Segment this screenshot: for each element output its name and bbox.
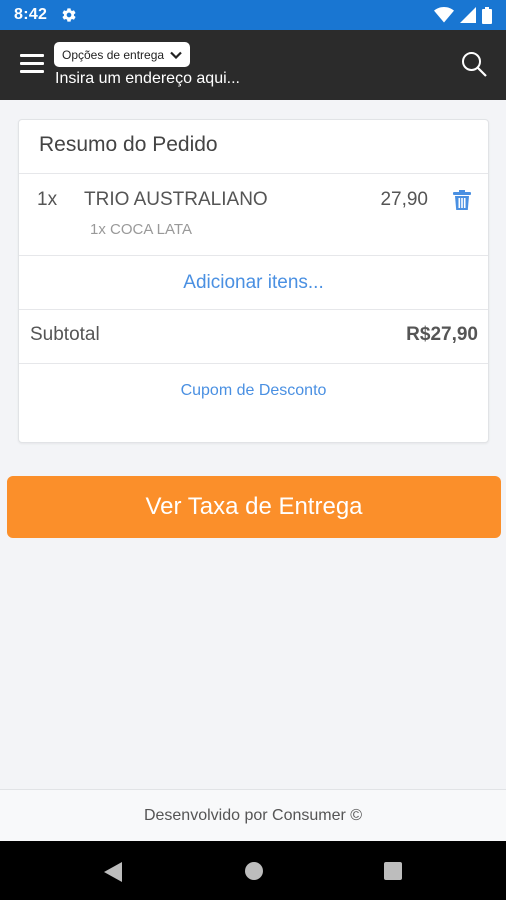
divider xyxy=(19,173,488,174)
delivery-options-label: Opções de entrega xyxy=(62,47,165,62)
chevron-down-icon xyxy=(170,51,182,59)
footer: Desenvolvido por Consumer © xyxy=(0,789,506,841)
status-bar: 8:42 xyxy=(0,0,506,30)
trash-icon[interactable] xyxy=(453,190,471,210)
menu-icon[interactable] xyxy=(20,54,44,76)
status-time: 8:42 xyxy=(14,6,48,23)
home-icon[interactable] xyxy=(245,862,263,880)
recent-apps-icon[interactable] xyxy=(384,862,402,880)
divider xyxy=(19,309,488,310)
order-summary-title: Resumo do Pedido xyxy=(39,133,218,156)
wifi-icon xyxy=(434,7,454,23)
navigation-bar xyxy=(0,841,506,900)
app-bar: Opções de entrega Insira um endereço aqu… xyxy=(0,30,506,100)
signal-icon xyxy=(460,7,476,23)
order-summary-card: Resumo do Pedido 1x TRIO AUSTRALIANO 27,… xyxy=(18,119,489,443)
discount-coupon-link[interactable]: Cupom de Desconto xyxy=(19,364,488,418)
subtotal-value: R$27,90 xyxy=(406,324,478,345)
item-name: TRIO AUSTRALIANO xyxy=(84,189,268,210)
gear-icon xyxy=(62,8,76,22)
back-icon[interactable] xyxy=(104,862,122,882)
status-icons xyxy=(434,6,492,24)
delivery-options-select[interactable]: Opções de entrega xyxy=(54,42,191,67)
item-quantity: 1x xyxy=(37,189,58,210)
view-delivery-fee-button[interactable]: Ver Taxa de Entrega xyxy=(7,476,501,538)
item-price: 27,90 xyxy=(380,189,428,210)
footer-text: Desenvolvido por Consumer © xyxy=(143,806,363,824)
add-items-link[interactable]: Adicionar itens... xyxy=(19,256,488,310)
subtotal-label: Subtotal xyxy=(30,324,100,345)
address-field[interactable]: Insira um endereço aqui... xyxy=(55,70,240,88)
item-addon: 1x COCA LATA xyxy=(90,221,192,238)
battery-icon xyxy=(482,6,492,24)
search-icon[interactable] xyxy=(460,50,488,78)
